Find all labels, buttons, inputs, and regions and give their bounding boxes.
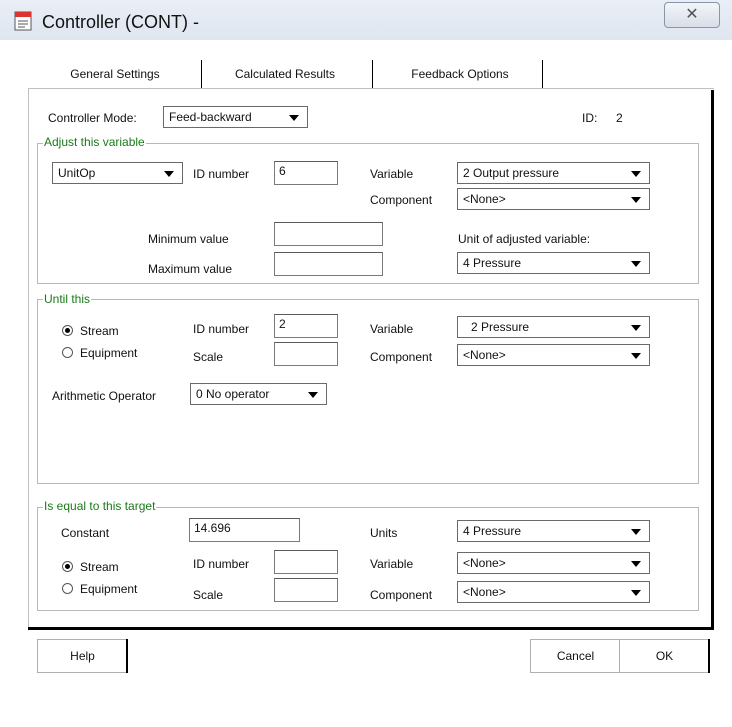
close-button[interactable]: ✕ xyxy=(664,2,720,28)
tab-divider xyxy=(542,60,543,88)
chevron-down-icon xyxy=(631,325,641,331)
arith-operator-label: Arithmetic Operator xyxy=(52,389,157,403)
until-variable-label: Variable xyxy=(370,322,414,336)
window-title: Controller (CONT) - xyxy=(42,12,200,32)
until-id-input[interactable]: 2 xyxy=(274,314,338,338)
until-variable-select[interactable]: 2 Pressure xyxy=(457,316,650,338)
target-id-label: ID number xyxy=(193,557,250,571)
arith-operator-select[interactable]: 0 No operator xyxy=(190,383,327,405)
panel-border xyxy=(28,88,714,89)
tab-divider xyxy=(201,60,202,88)
until-this-legend: Until this xyxy=(43,292,92,306)
target-stream-label[interactable]: Stream xyxy=(80,560,119,574)
max-value-input[interactable] xyxy=(274,252,383,276)
chevron-down-icon xyxy=(631,171,641,177)
tab-feedback-options[interactable]: Feedback Options xyxy=(380,62,540,86)
max-value-label: Maximum value xyxy=(148,262,233,276)
target-component-select[interactable]: <None> xyxy=(457,581,650,603)
target-units-label: Units xyxy=(370,526,398,540)
controller-mode-label: Controller Mode: xyxy=(48,111,137,125)
adjust-variable-legend: Adjust this variable xyxy=(43,135,146,149)
target-id-input[interactable] xyxy=(274,550,338,574)
chevron-down-icon xyxy=(308,392,318,398)
target-equipment-label[interactable]: Equipment xyxy=(80,582,137,596)
until-equipment-radio[interactable] xyxy=(62,347,73,358)
tab-calculated-results[interactable]: Calculated Results xyxy=(210,62,360,86)
until-id-label: ID number xyxy=(193,322,250,336)
until-scale-label: Scale xyxy=(193,350,224,364)
adjust-type-select[interactable]: UnitOp xyxy=(52,162,183,184)
adjust-component-select[interactable]: <None> xyxy=(457,188,650,210)
constant-label: Constant xyxy=(61,526,110,540)
adjust-id-input[interactable]: 6 xyxy=(274,161,338,185)
close-icon: ✕ xyxy=(685,6,699,23)
until-stream-label[interactable]: Stream xyxy=(80,324,119,338)
app-icon xyxy=(14,11,32,31)
min-value-input[interactable] xyxy=(274,222,383,246)
target-variable-label: Variable xyxy=(370,557,414,571)
target-scale-label: Scale xyxy=(193,588,224,602)
chevron-down-icon xyxy=(289,115,299,121)
until-component-select[interactable]: <None> xyxy=(457,344,650,366)
adjust-id-label: ID number xyxy=(193,167,250,181)
chevron-down-icon xyxy=(631,353,641,359)
help-button[interactable]: Help xyxy=(37,639,128,673)
tab-general-settings[interactable]: General Settings xyxy=(40,62,190,86)
id-label: ID: xyxy=(582,111,598,125)
until-component-label: Component xyxy=(370,350,433,364)
unit-adjusted-select[interactable]: 4 Pressure xyxy=(457,252,650,274)
tab-divider xyxy=(372,60,373,88)
chevron-down-icon xyxy=(631,529,641,535)
target-stream-radio[interactable] xyxy=(62,561,73,572)
until-equipment-label[interactable]: Equipment xyxy=(80,346,137,360)
id-value: 2 xyxy=(616,111,623,125)
until-scale-input[interactable] xyxy=(274,342,338,366)
adjust-variable-label: Variable xyxy=(370,167,414,181)
chevron-down-icon xyxy=(164,171,174,177)
button-edge xyxy=(126,639,128,673)
controller-mode-select[interactable]: Feed-backward xyxy=(163,106,308,128)
panel-border xyxy=(711,90,714,630)
ok-button[interactable]: OK xyxy=(619,639,710,673)
chevron-down-icon xyxy=(631,590,641,596)
button-edge xyxy=(708,639,710,673)
chevron-down-icon xyxy=(631,197,641,203)
target-scale-input[interactable] xyxy=(274,578,338,602)
min-value-label: Minimum value xyxy=(148,232,229,246)
adjust-component-label: Component xyxy=(370,193,433,207)
panel-border xyxy=(28,627,714,630)
target-legend: Is equal to this target xyxy=(43,499,157,513)
panel-border xyxy=(28,88,29,628)
cancel-button[interactable]: Cancel xyxy=(530,639,621,673)
chevron-down-icon xyxy=(631,261,641,267)
target-component-label: Component xyxy=(370,588,433,602)
target-equipment-radio[interactable] xyxy=(62,583,73,594)
target-variable-select[interactable]: <None> xyxy=(457,552,650,574)
until-stream-radio[interactable] xyxy=(62,325,73,336)
chevron-down-icon xyxy=(631,561,641,567)
unit-adjusted-label: Unit of adjusted variable: xyxy=(458,232,591,246)
constant-input[interactable]: 14.696 xyxy=(189,518,300,542)
target-units-select[interactable]: 4 Pressure xyxy=(457,520,650,542)
adjust-variable-select[interactable]: 2 Output pressure xyxy=(457,162,650,184)
